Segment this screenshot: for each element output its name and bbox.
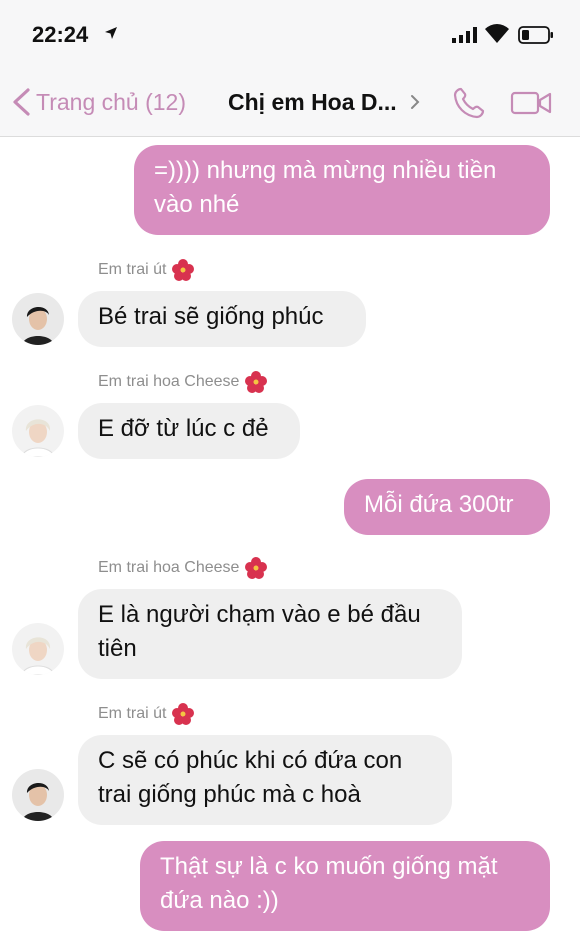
avatar[interactable] [12, 623, 64, 675]
avatar-photo-icon [12, 769, 64, 821]
phone-call-icon[interactable] [452, 86, 486, 120]
location-arrow-icon [105, 27, 117, 39]
video-call-icon[interactable] [510, 89, 552, 117]
hibiscus-flower-icon [245, 557, 268, 579]
sender-name: Em trai hoa Cheese [98, 371, 268, 393]
signal-icon [452, 27, 477, 43]
hibiscus-flower-icon [245, 371, 268, 393]
wifi-icon [485, 24, 509, 43]
sender-name-text: Em trai hoa Cheese [98, 559, 240, 576]
conversation-title: Chị em Hoa D... [228, 88, 397, 115]
avatar[interactable] [12, 293, 64, 345]
battery-icon [518, 26, 553, 44]
outgoing-message[interactable]: Mỗi đứa 300tr [344, 479, 550, 535]
conversation-header: Trang chủ (12) Chị em Hoa D... [0, 70, 580, 137]
avatar-photo-icon [12, 293, 64, 345]
message-list: =)))) nhưng mà mừng nhiều tiền vào nhé E… [0, 137, 580, 946]
incoming-message[interactable]: E đỡ từ lúc c đẻ [78, 403, 300, 459]
outgoing-message[interactable]: =)))) nhưng mà mừng nhiều tiền vào nhé [134, 145, 550, 235]
sender-name-text: Em trai út [98, 705, 167, 722]
avatar-photo-icon [12, 405, 64, 457]
sender-name-text: Em trai hoa Cheese [98, 373, 240, 390]
chevron-left-icon [13, 88, 30, 116]
sender-name-text: Em trai út [98, 261, 167, 278]
outgoing-message[interactable]: Thật sự là c ko muốn giống mặt đứa nào :… [140, 841, 550, 931]
back-label: Trang chủ (12) [36, 88, 186, 115]
back-button[interactable]: Trang chủ (12) [10, 84, 186, 120]
sender-name: Em trai út [98, 259, 195, 281]
avatar-photo-icon [12, 623, 64, 675]
status-bar: 22:24 [0, 0, 580, 70]
chevron-right-icon [410, 95, 420, 109]
status-time: 22:24 [32, 22, 89, 47]
sender-name: Em trai hoa Cheese [98, 557, 268, 579]
avatar[interactable] [12, 769, 64, 821]
hibiscus-flower-icon [172, 703, 195, 725]
hibiscus-flower-icon [172, 259, 195, 281]
sender-name: Em trai út [98, 703, 195, 725]
incoming-message[interactable]: Bé trai sẽ giống phúc [78, 291, 366, 347]
incoming-message[interactable]: C sẽ có phúc khi có đứa con trai giống p… [78, 735, 452, 825]
incoming-message[interactable]: E là người chạm vào e bé đầu tiên [78, 589, 462, 679]
conversation-title-button[interactable]: Chị em Hoa D... [228, 84, 421, 120]
avatar[interactable] [12, 405, 64, 457]
